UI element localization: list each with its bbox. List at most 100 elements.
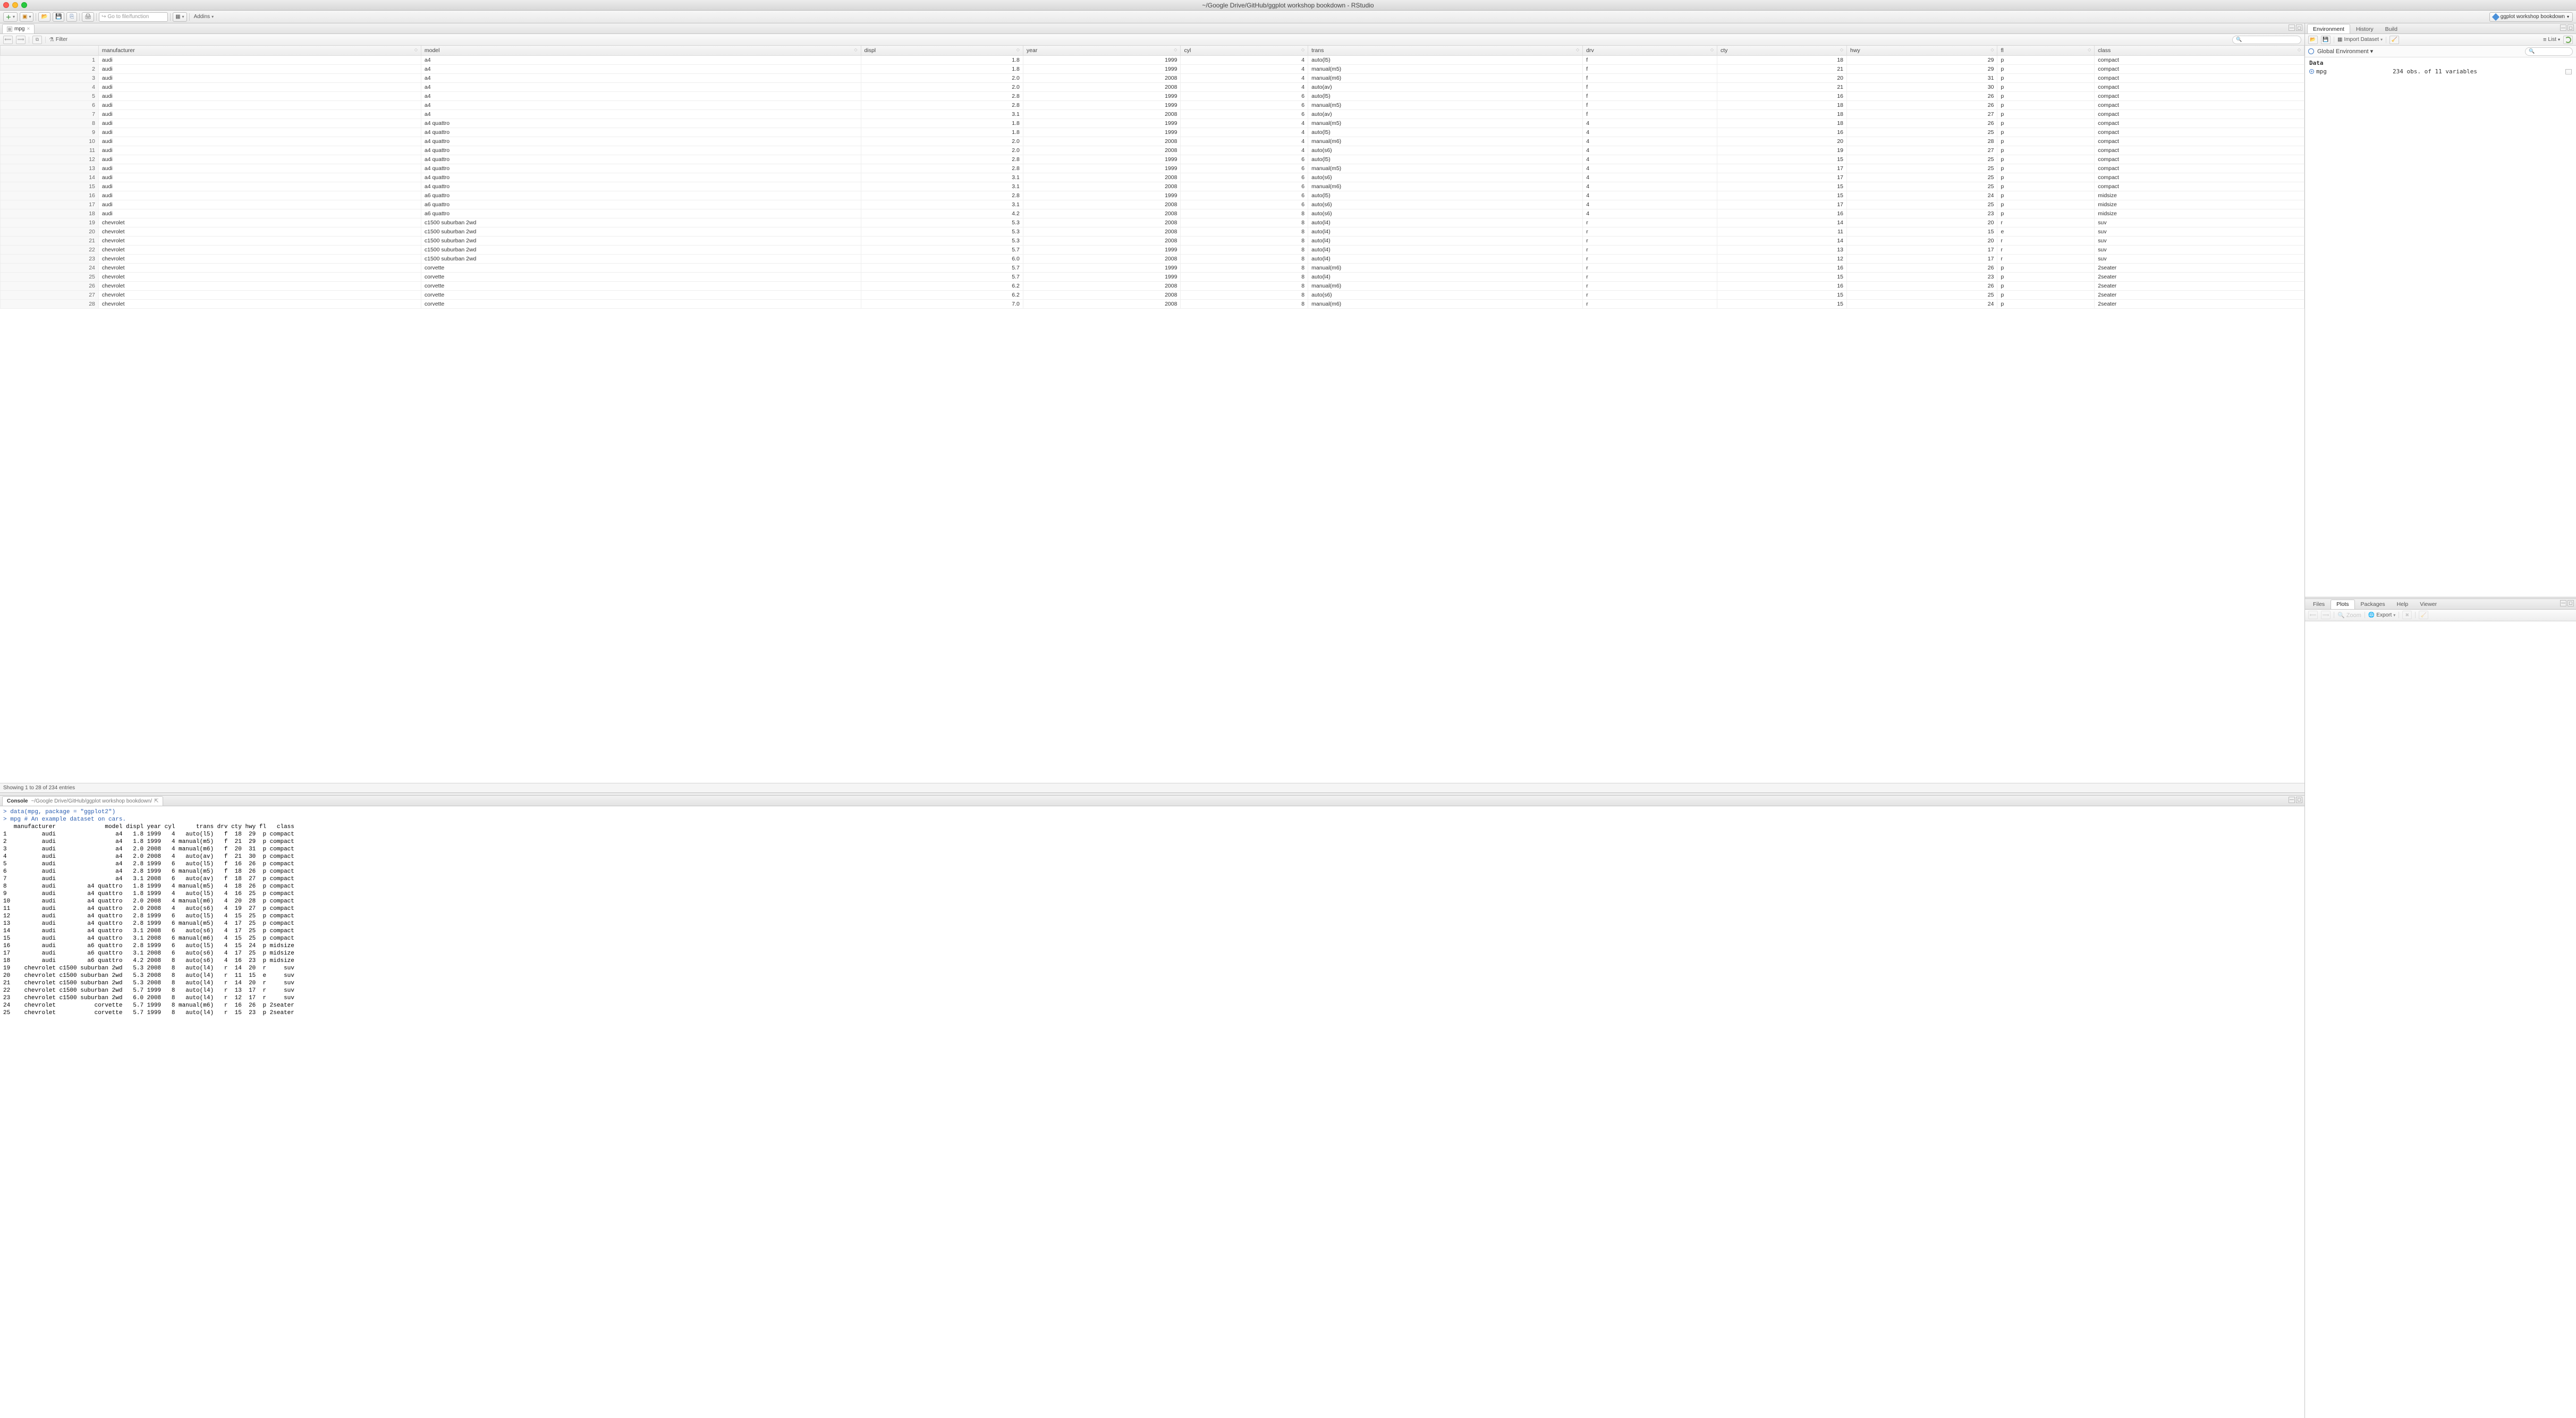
table-row[interactable]: 7audia43.120086auto(av)f1827pcompact [1,110,2304,119]
save-all-button[interactable]: ⎘ [66,12,77,22]
table-row[interactable]: 16audia6 quattro2.819996auto(l5)41524pmi… [1,191,2304,200]
column-header[interactable]: class◇ [2095,46,2304,56]
grid-view-button[interactable]: ▦ [173,12,187,22]
tab-plots[interactable]: Plots [2331,600,2354,609]
table-row[interactable]: 12audia4 quattro2.819996auto(l5)41525pco… [1,155,2304,164]
table-row[interactable]: 21chevroletc1500 suburban 2wd5.320088aut… [1,237,2304,246]
column-header[interactable]: model◇ [421,46,861,56]
minimize-console-button[interactable]: — [2289,797,2295,803]
remove-plot-button[interactable]: ✖ [2402,611,2412,619]
tab-files[interactable]: Files [2307,600,2331,609]
minimize-window-button[interactable] [12,2,18,8]
table-row[interactable]: 15audia4 quattro3.120086manual(m6)41525p… [1,182,2304,191]
back-button[interactable]: ⟸ [3,36,13,44]
column-header[interactable]: year◇ [1023,46,1181,56]
save-workspace-button[interactable]: 💾 [2321,36,2331,44]
column-header[interactable]: drv◇ [1583,46,1717,56]
clear-plots-button[interactable]: 🧹 [2419,611,2428,619]
table-row[interactable]: 5audia42.819996auto(l5)f1626pcompact [1,92,2304,101]
plots-area [2305,621,2576,1418]
console-output[interactable]: > data(mpg, package = "ggplot2")> mpg # … [0,806,2304,1418]
table-row[interactable]: 26chevroletcorvette6.220088manual(m6)r16… [1,282,2304,291]
table-row[interactable]: 6audia42.819996manual(m5)f1826pcompact [1,101,2304,110]
column-header[interactable]: trans◇ [1308,46,1583,56]
table-row[interactable]: 20chevroletc1500 suburban 2wd5.320088aut… [1,227,2304,237]
table-row[interactable]: 17audia6 quattro3.120086auto(s6)41725pmi… [1,200,2304,209]
zoom-window-button[interactable] [21,2,27,8]
maximize-plots-button[interactable]: ▢ [2567,600,2574,606]
env-item[interactable]: +mpg234 obs. of 11 variables [2309,67,2572,75]
env-scope-menu[interactable]: Global Environment ▾ [2317,48,2373,55]
column-header[interactable] [1,46,99,56]
clear-workspace-button[interactable]: 🧹 [2389,36,2399,44]
column-header[interactable]: cty◇ [1717,46,1847,56]
prev-plot-button[interactable]: ⟸ [2308,611,2318,619]
tab-mpg[interactable]: ▦ mpg × [2,24,35,33]
tab-help[interactable]: Help [2391,600,2414,609]
plots-tabs: Files Plots Packages Help Viewer — ▢ [2305,599,2576,610]
table-row[interactable]: 11audia4 quattro2.020084auto(s6)41927pco… [1,146,2304,155]
minimize-plots-button[interactable]: — [2560,600,2566,606]
open-file-button[interactable]: 📂 [38,12,50,22]
column-header[interactable]: displ◇ [861,46,1023,56]
table-row[interactable]: 24chevroletcorvette5.719998manual(m6)r16… [1,264,2304,273]
table-row[interactable]: 25chevroletcorvette5.719998auto(l4)r1523… [1,273,2304,282]
console-tabs: Console ~/Google Drive/GitHub/ggplot wor… [0,796,2304,806]
table-row[interactable]: 14audia4 quattro3.120086auto(s6)41725pco… [1,173,2304,182]
table-row[interactable]: 22chevroletc1500 suburban 2wd5.719998aut… [1,246,2304,255]
table-row[interactable]: 9audia4 quattro1.819994auto(l5)41625pcom… [1,128,2304,137]
maximize-pane-button[interactable]: ▢ [2296,24,2302,31]
expand-icon[interactable]: + [2309,69,2314,74]
maximize-console-button[interactable]: ▢ [2296,797,2302,803]
column-header[interactable]: fl◇ [1997,46,2095,56]
table-row[interactable]: 8audia4 quattro1.819994manual(m5)41826pc… [1,119,2304,128]
minimize-env-button[interactable]: — [2560,24,2566,31]
print-button[interactable]: 🖨 [82,12,94,22]
table-row[interactable]: 4audia42.020084auto(av)f2130pcompact [1,83,2304,92]
list-mode-menu[interactable]: List [2543,37,2560,43]
save-button[interactable]: 💾 [53,12,64,22]
zoom-button[interactable]: 🔍 Zoom [2337,612,2361,619]
filter-button[interactable]: Filter [49,36,67,43]
addins-menu[interactable]: Addins [192,12,216,22]
table-row[interactable]: 19chevroletc1500 suburban 2wd5.320088aut… [1,218,2304,227]
refresh-env-button[interactable] [2563,36,2573,44]
tab-packages[interactable]: Packages [2355,600,2391,609]
close-tab-icon[interactable]: × [27,26,30,32]
close-window-button[interactable] [3,2,9,8]
export-menu[interactable]: 🌐 Export [2368,612,2395,618]
minimize-pane-button[interactable]: — [2289,24,2295,31]
popout-button[interactable]: ⧉ [32,36,42,44]
next-plot-button[interactable]: ⟹ [2321,611,2331,619]
table-row[interactable]: 13audia4 quattro2.819996manual(m5)41725p… [1,164,2304,173]
import-dataset-menu[interactable]: ▦ Import Dataset [2337,37,2383,43]
forward-button[interactable]: ⟹ [16,36,26,44]
new-file-button[interactable]: ＋ [3,12,18,22]
env-search-input[interactable] [2525,47,2573,56]
new-project-button[interactable]: ▣ [20,12,33,22]
table-row[interactable]: 18audia6 quattro4.220088auto(s6)41623pmi… [1,209,2304,218]
table-row[interactable]: 10audia4 quattro2.020084manual(m6)42028p… [1,137,2304,146]
column-header[interactable]: cyl◇ [1181,46,1308,56]
column-header[interactable]: manufacturer◇ [98,46,421,56]
tab-environment[interactable]: Environment [2307,24,2350,33]
data-grid[interactable]: manufacturer◇model◇displ◇year◇cyl◇trans◇… [0,46,2304,783]
column-header[interactable]: hwy◇ [1847,46,1997,56]
table-row[interactable]: 2audia41.819994manual(m5)f2129pcompact [1,65,2304,74]
tab-viewer[interactable]: Viewer [2414,600,2443,609]
table-row[interactable]: 3audia42.020084manual(m6)f2031pcompact [1,74,2304,83]
maximize-env-button[interactable]: ▢ [2567,24,2574,31]
tab-history[interactable]: History [2350,24,2379,33]
console-popout-icon[interactable]: ⇱ [154,798,158,804]
goto-file-input[interactable]: ↪ Go to file/function [99,12,168,22]
table-row[interactable]: 23chevroletc1500 suburban 2wd6.020088aut… [1,255,2304,264]
table-row[interactable]: 1audia41.819994auto(l5)f1829pcompact [1,56,2304,65]
view-data-icon[interactable] [2565,69,2572,74]
load-workspace-button[interactable]: 📂 [2308,36,2318,44]
tab-build[interactable]: Build [2379,24,2403,33]
tab-console[interactable]: Console ~/Google Drive/GitHub/ggplot wor… [2,796,163,806]
data-search-input[interactable] [2232,36,2301,44]
table-row[interactable]: 28chevroletcorvette7.020088manual(m6)r15… [1,300,2304,309]
project-menu[interactable]: ggplot workshop bookdown ▾ [2489,12,2573,22]
table-row[interactable]: 27chevroletcorvette6.220088auto(s6)r1525… [1,291,2304,300]
